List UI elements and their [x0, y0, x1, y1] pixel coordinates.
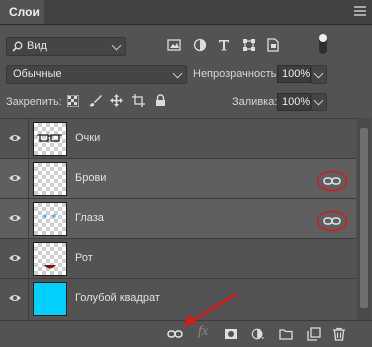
lock-artboard-icon[interactable] [132, 94, 145, 107]
lock-transparent-icon[interactable] [67, 95, 79, 107]
lock-brush-icon[interactable] [89, 94, 102, 107]
tab-layers[interactable]: Слои [0, 0, 44, 24]
blend-mode-value: Обычные [13, 68, 62, 80]
adjustment-icon[interactable] [251, 327, 265, 341]
layer-thumbnail [33, 162, 67, 196]
filter-smart-object-icon[interactable] [266, 38, 280, 52]
layer-thumbnail [33, 202, 67, 236]
blend-mode-dropdown[interactable]: Обычные [6, 65, 187, 84]
layer-name[interactable]: Рот [75, 252, 93, 264]
divider [28, 119, 29, 159]
divider [28, 159, 29, 199]
eye-icon[interactable] [8, 133, 22, 143]
link-icon[interactable] [316, 210, 348, 232]
layer-name[interactable]: Голубой квадрат [75, 292, 160, 304]
layers-list: Очки Брови Глаза Рот Голубой квадрат [0, 118, 356, 321]
divider [28, 279, 29, 321]
scrollbar-thumb[interactable] [360, 128, 368, 308]
filter-type-icon[interactable] [217, 38, 231, 52]
fill-slider-button[interactable] [311, 93, 327, 111]
trash-icon[interactable] [332, 327, 346, 341]
fill-input[interactable]: 100% [277, 93, 311, 111]
mouth-icon [44, 265, 56, 269]
eye-icon[interactable] [8, 293, 22, 303]
filter-kind-label: Вид [27, 40, 47, 52]
opacity-label: Непрозрачность: [193, 68, 280, 80]
folder-icon[interactable] [279, 327, 293, 341]
lock-label: Закрепить: [6, 96, 62, 108]
layer-name[interactable]: Глаза [75, 212, 104, 224]
layer-name[interactable]: Очки [75, 132, 100, 144]
panel-titlebar: Слои [0, 0, 372, 25]
link-icon[interactable] [316, 170, 348, 192]
search-icon [12, 41, 23, 52]
layer-row[interactable]: Брови [0, 158, 356, 199]
glasses-icon [37, 134, 62, 142]
chevron-down-icon [313, 95, 324, 106]
eye-icon[interactable] [8, 253, 22, 263]
filter-kind-dropdown[interactable]: Вид [6, 37, 126, 56]
filter-toggle[interactable] [319, 34, 327, 54]
eye-icon[interactable] [8, 213, 22, 223]
opacity-input[interactable]: 100% [277, 65, 311, 83]
chevron-down-icon [313, 68, 324, 79]
new-layer-icon[interactable] [307, 327, 321, 341]
lock-all-icon[interactable] [155, 94, 166, 107]
eyes-icon [43, 214, 56, 218]
filter-shape-icon[interactable] [242, 38, 256, 52]
layer-thumbnail [33, 122, 67, 156]
divider [28, 199, 29, 239]
panel-menu-icon[interactable] [354, 6, 366, 17]
filter-pixel-icon[interactable] [167, 38, 181, 52]
filter-adjustment-icon[interactable] [193, 38, 207, 52]
opacity-slider-button[interactable] [311, 65, 327, 84]
layer-row[interactable]: Рот [0, 238, 356, 279]
layer-row[interactable]: Очки [0, 118, 356, 159]
layer-thumbnail [33, 242, 67, 276]
filter-toggle-knob [319, 34, 327, 42]
layer-thumbnail [33, 282, 67, 316]
divider [28, 239, 29, 279]
layer-row[interactable]: Глаза [0, 198, 356, 239]
fill-label: Заливка: [232, 96, 278, 108]
chevron-down-icon [172, 68, 183, 79]
annotation-arrow-icon [183, 292, 237, 327]
chevron-down-icon [111, 40, 122, 51]
layers-scrollbar[interactable] [357, 118, 371, 320]
layer-row[interactable]: Голубой квадрат [0, 278, 356, 321]
eye-icon[interactable] [8, 173, 22, 183]
lock-move-icon[interactable] [110, 94, 123, 107]
layer-name[interactable]: Брови [75, 172, 106, 184]
